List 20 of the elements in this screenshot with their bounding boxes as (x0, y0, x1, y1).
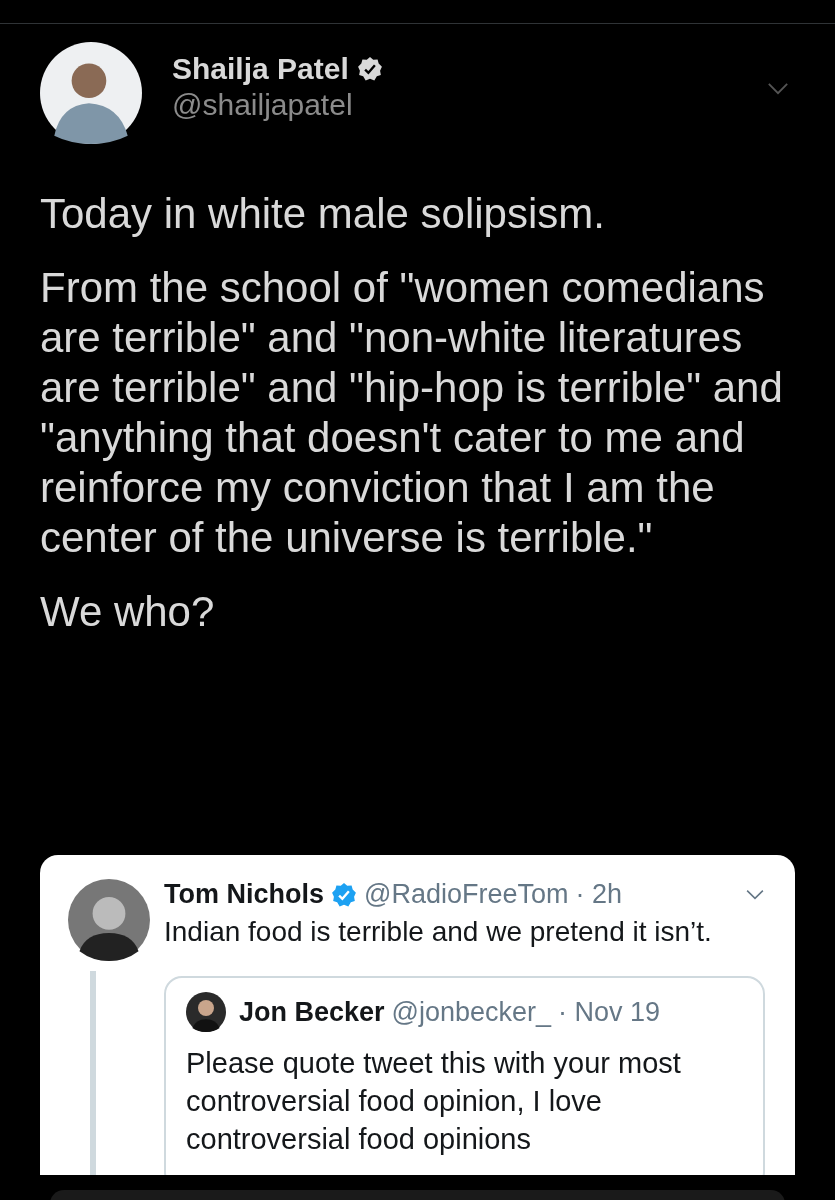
avatar-icon (186, 992, 226, 1032)
chevron-down-icon (745, 889, 765, 900)
tweet-text: Please quote tweet this with your most controversial food opinion, I love controversial food opinions (186, 1046, 682, 1157)
tweet-text: Today in white male solipsism. (40, 189, 606, 239)
tweet-text: From the school of "women comedians are terrible" and "non-white literatures are terrible" and "hip-hop is terrible" and "anything that doesn't cater to me and reinforce my conviction that I am the center of the universe is terrible." (40, 263, 784, 563)
chevron-down-icon[interactable] (767, 82, 789, 95)
avatar-icon (68, 879, 150, 961)
tweet-time: · 2h (575, 879, 623, 910)
tweet-text: We who? (40, 587, 216, 637)
tweet-text: Indian food is terrible and we pretend it isn’t. (164, 916, 713, 948)
verified-icon (331, 881, 357, 908)
author-handle[interactable]: @shailjapatel (172, 88, 383, 122)
avatar-icon (40, 42, 142, 144)
user-name: Jon Becker (239, 996, 385, 1028)
user-handle: @jonbecker_ (391, 996, 552, 1028)
verified-icon (356, 56, 383, 82)
user-name: Tom Nichols (164, 879, 324, 910)
author-name[interactable]: Shailja Patel (172, 52, 349, 86)
tweet-time: · Nov 19 (558, 996, 661, 1028)
user-handle: @RadioFreeTom (364, 879, 569, 910)
